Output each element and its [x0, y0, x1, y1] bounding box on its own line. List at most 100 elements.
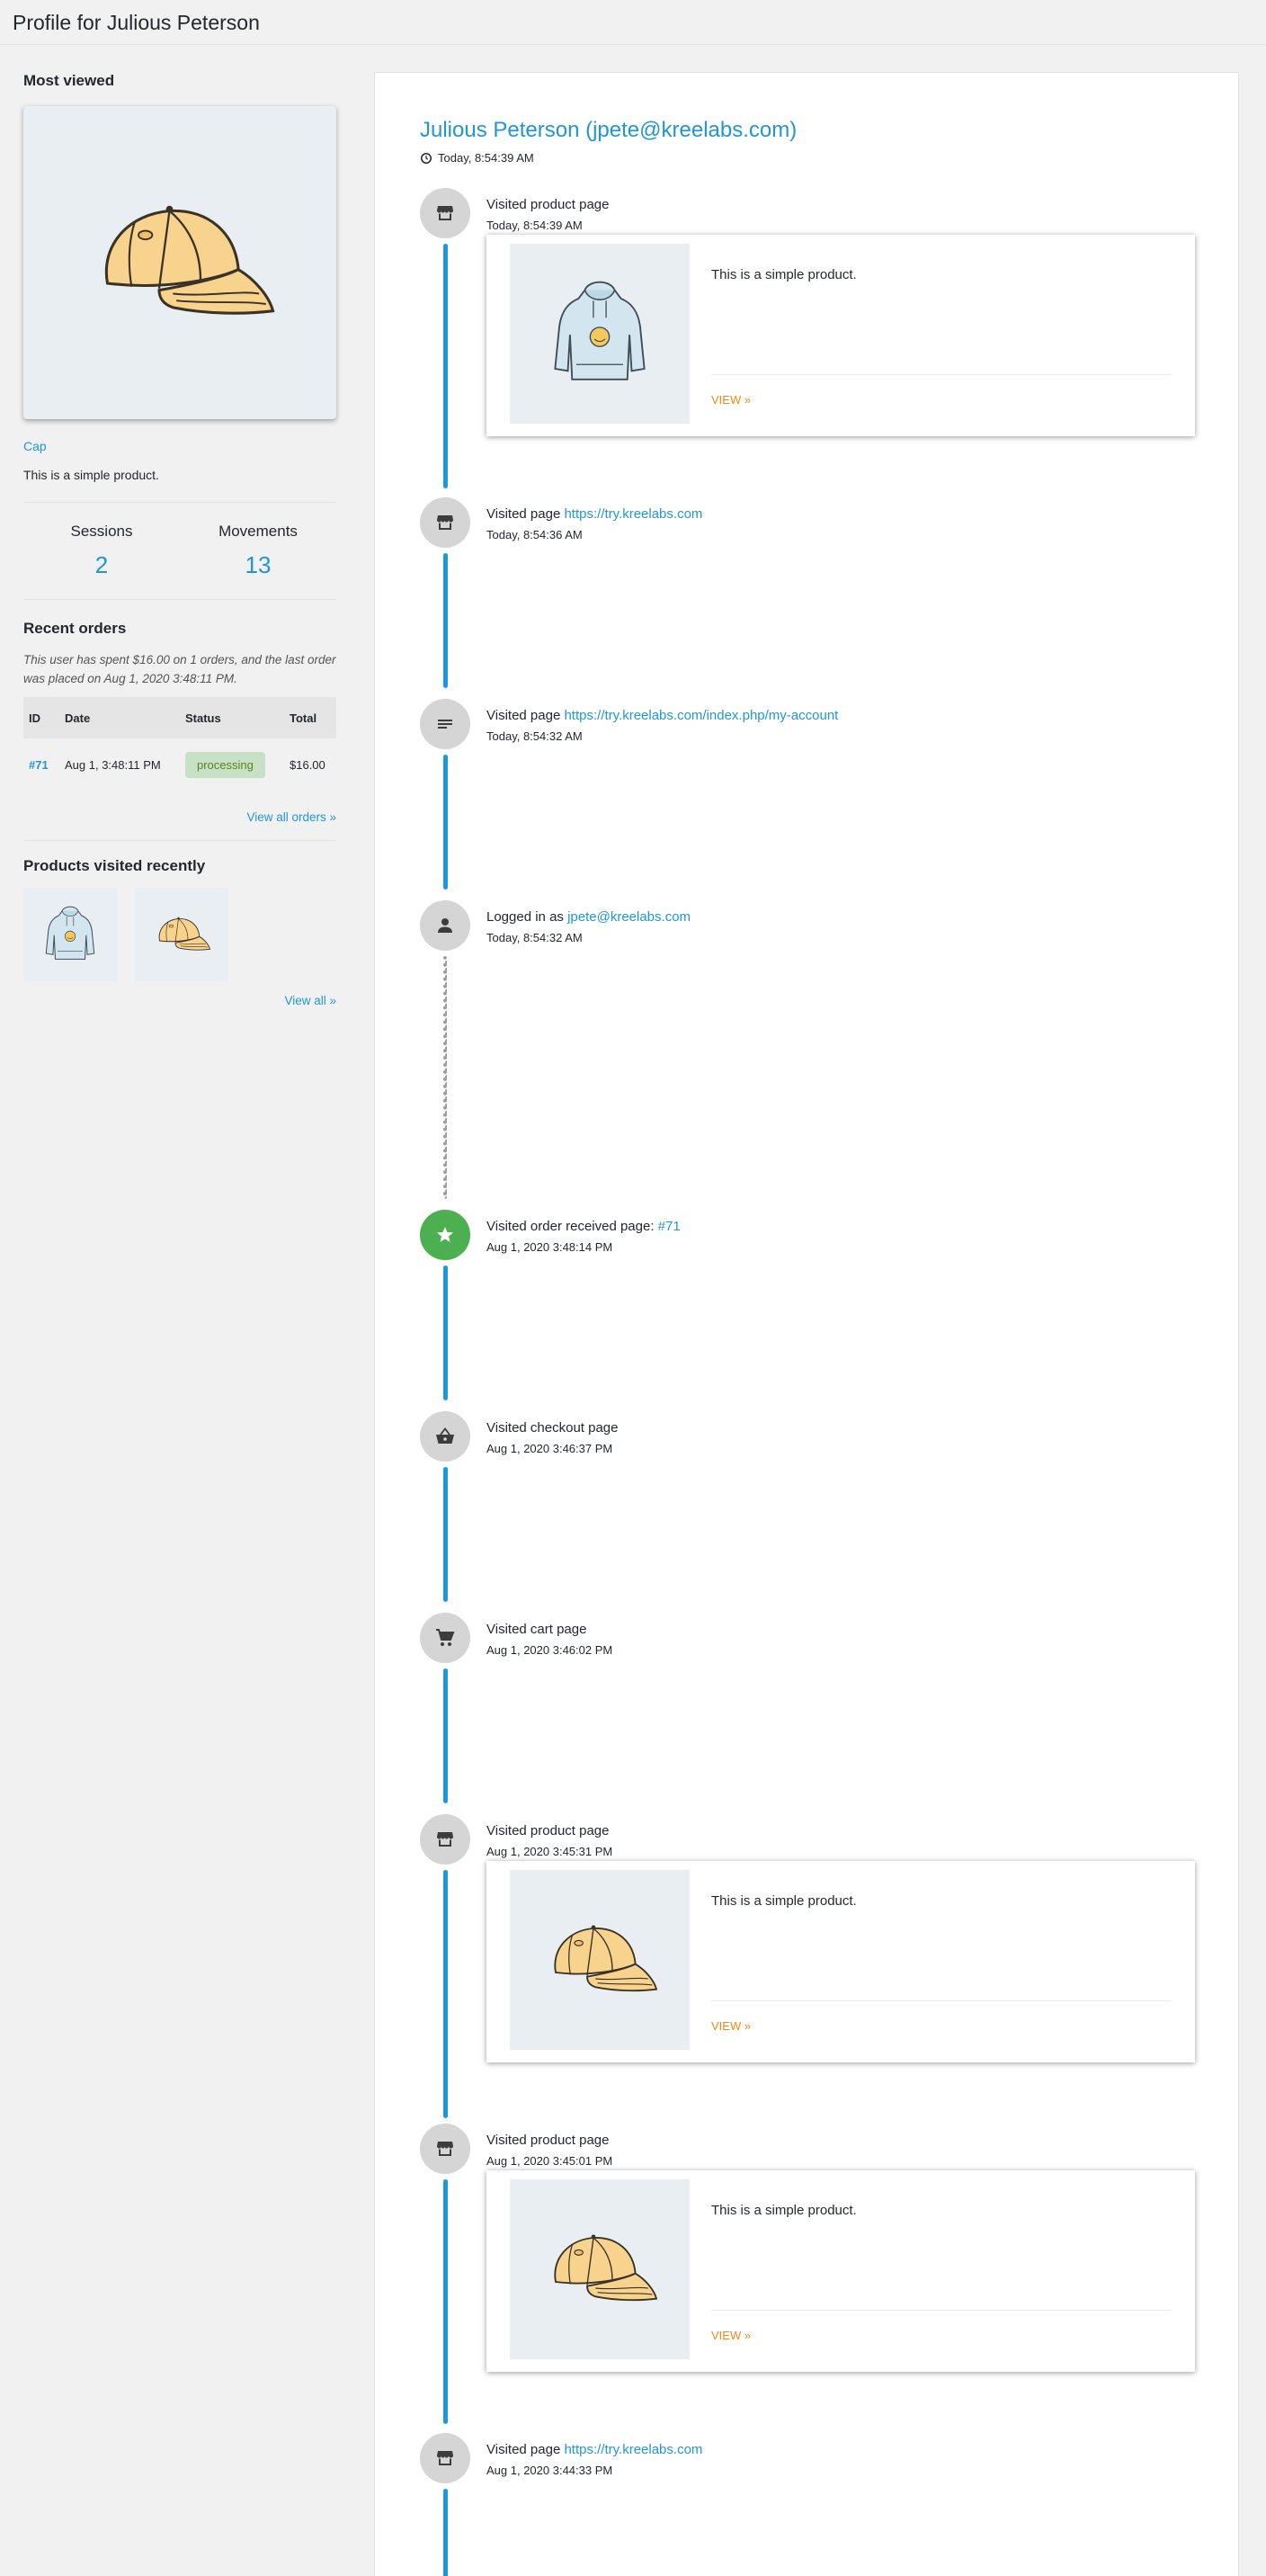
cart-icon	[420, 1613, 470, 1663]
timeline-connector	[443, 1266, 448, 1400]
most-viewed-product-link[interactable]: Cap	[23, 439, 336, 453]
storefront-icon	[420, 497, 470, 548]
product-card: This is a simple product. VIEW »	[486, 1861, 1195, 2062]
timeline-connector-dotted	[443, 956, 447, 1199]
timeline-connector	[443, 755, 448, 890]
timeline-connector	[443, 2489, 448, 2576]
person-icon	[420, 900, 470, 951]
column-header-id: ID	[23, 697, 59, 738]
event-title: Visited page https://try.kreelabs.com	[486, 506, 703, 522]
sessions-stat: Sessions 2	[23, 523, 180, 579]
status-badge: processing	[185, 751, 265, 778]
basket-icon	[420, 1411, 470, 1462]
cap-image	[150, 913, 213, 956]
sessions-label: Sessions	[70, 523, 133, 540]
product-card-image[interactable]	[510, 2179, 690, 2359]
timeline-connector	[443, 1668, 448, 1803]
orders-summary: This user has spent $16.00 on 1 orders, …	[23, 653, 336, 685]
most-viewed-title: Most viewed	[23, 72, 115, 89]
event-link[interactable]: jpete@kreelabs.com	[567, 909, 691, 925]
cap-image	[76, 191, 283, 335]
event-title: Visited order received page: #71	[486, 1219, 681, 1234]
timeline-connector	[443, 2179, 448, 2424]
product-view-link[interactable]: VIEW »	[711, 393, 751, 407]
view-all-orders-link[interactable]: View all orders »	[23, 810, 336, 824]
storefront-icon	[420, 2433, 470, 2483]
product-thumb-hoodie[interactable]	[23, 888, 117, 981]
recent-orders-title: Recent orders	[23, 620, 127, 637]
event-title: Visited cart page	[486, 1622, 587, 1637]
movements-value: 13	[245, 551, 272, 578]
storefront-icon	[420, 1814, 470, 1865]
clock-icon	[420, 152, 432, 165]
most-viewed-product-description: This is a simple product.	[23, 468, 159, 482]
timeline-connector	[443, 1870, 448, 2118]
hoodie-image	[41, 903, 99, 966]
event-time: Aug 1, 2020 3:45:01 PM	[486, 2154, 613, 2168]
activity-timeline-panel: Julious Peterson (jpete@kreelabs.com) To…	[374, 72, 1239, 2576]
product-card: This is a simple product. VIEW »	[486, 2170, 1195, 2372]
event-time: Today, 8:54:39 AM	[486, 219, 583, 232]
view-all-products-link[interactable]: View all »	[23, 994, 336, 1007]
customer-last-seen: Today, 8:54:39 AM	[420, 151, 534, 165]
text-lines-icon	[420, 699, 470, 749]
table-header-row: ID Date Status Total	[23, 697, 336, 738]
event-link[interactable]: https://try.kreelabs.com	[564, 506, 702, 522]
product-view-link[interactable]: VIEW »	[711, 2329, 751, 2342]
table-row: #71 Aug 1, 3:48:11 PM processing $16.00	[23, 738, 336, 791]
star-icon	[420, 1210, 470, 1260]
product-card-description: This is a simple product.	[711, 267, 857, 282]
divider	[23, 599, 336, 600]
product-view-link[interactable]: VIEW »	[711, 2019, 751, 2033]
product-thumb-cap[interactable]	[135, 888, 228, 981]
column-header-total: Total	[284, 697, 336, 738]
order-date: Aug 1, 3:48:11 PM	[65, 757, 161, 772]
divider	[711, 374, 1172, 375]
event-title: Logged in as jpete@kreelabs.com	[486, 909, 691, 925]
divider	[711, 2310, 1172, 2311]
product-card-description: This is a simple product.	[711, 1893, 857, 1909]
storefront-icon	[420, 188, 470, 238]
column-header-status: Status	[180, 697, 284, 738]
most-viewed-product-image[interactable]	[23, 106, 336, 419]
order-total: $16.00	[290, 757, 325, 772]
movements-label: Movements	[218, 523, 298, 540]
event-link[interactable]: https://try.kreelabs.com	[564, 2442, 702, 2457]
hoodie-image	[546, 275, 654, 392]
product-card-description: This is a simple product.	[711, 2203, 857, 2218]
event-time: Today, 8:54:32 AM	[486, 729, 583, 743]
event-time: Aug 1, 2020 3:46:37 PM	[486, 1442, 613, 1455]
event-link[interactable]: #71	[658, 1219, 681, 1234]
event-time: Aug 1, 2020 3:46:02 PM	[486, 1643, 613, 1657]
page-title: Profile for Julious Peterson	[13, 11, 260, 34]
event-link[interactable]: https://try.kreelabs.com/index.php/my-ac…	[564, 708, 838, 723]
stats-row: Sessions 2 Movements 13	[23, 523, 336, 579]
order-id-link[interactable]: #71	[29, 758, 49, 772]
product-card-image[interactable]	[510, 1870, 690, 2050]
page-header: Profile for Julious Peterson	[0, 0, 1266, 45]
products-visited-title: Products visited recently	[23, 857, 206, 874]
cap-image	[537, 2226, 663, 2312]
divider	[711, 2000, 1172, 2001]
movements-stat: Movements 13	[180, 523, 336, 579]
event-title: Visited page https://try.kreelabs.com/in…	[486, 708, 839, 723]
timeline-connector	[443, 1467, 448, 1602]
event-time: Today, 8:54:36 AM	[486, 528, 583, 541]
sessions-value: 2	[94, 551, 109, 578]
customer-time-text: Today, 8:54:39 AM	[438, 151, 534, 165]
event-title: Visited product page	[486, 1823, 610, 1838]
event-time: Aug 1, 2020 3:48:14 PM	[486, 1240, 613, 1254]
timeline-connector	[443, 553, 448, 688]
product-card: This is a simple product. VIEW »	[486, 235, 1195, 436]
event-time: Aug 1, 2020 3:44:33 PM	[486, 2464, 613, 2477]
timeline-connector	[443, 244, 448, 488]
divider	[23, 502, 336, 503]
event-time: Aug 1, 2020 3:45:31 PM	[486, 1845, 613, 1858]
event-title: Visited product page	[486, 2133, 610, 2148]
event-time: Today, 8:54:32 AM	[486, 931, 583, 944]
customer-heading: Julious Peterson (jpete@kreelabs.com)	[420, 118, 798, 142]
event-title: Visited product page	[486, 197, 610, 212]
product-card-image[interactable]	[510, 244, 690, 424]
event-title: Visited checkout page	[486, 1420, 619, 1436]
recent-orders-table: ID Date Status Total #71 Aug 1, 3:48:11 …	[23, 697, 336, 791]
